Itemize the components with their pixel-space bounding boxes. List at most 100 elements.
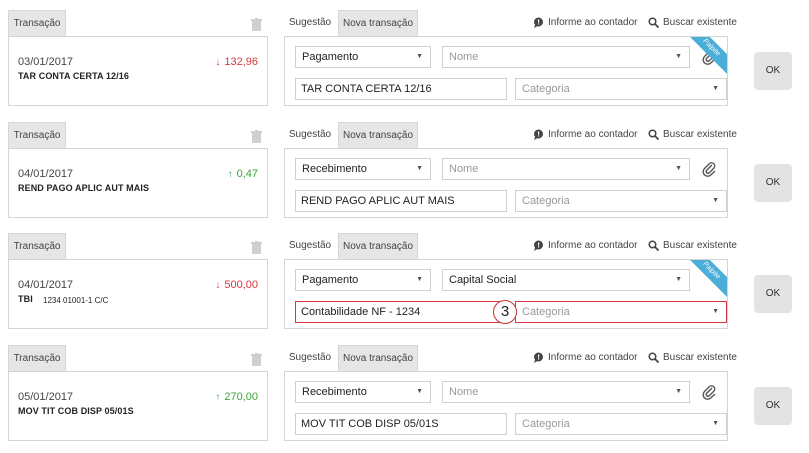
transaction-amount: ↑ 0,47: [228, 168, 258, 180]
name-select[interactable]: Nome ▼: [442, 46, 690, 68]
buscar-label: Buscar existente: [663, 129, 737, 140]
category-placeholder: Categoria: [522, 83, 570, 95]
buscar-existente-link[interactable]: Buscar existente: [648, 17, 737, 28]
palpite-ribbon: Palpite: [684, 260, 727, 298]
description-input[interactable]: MOV TIT COB DISP 05/01S: [295, 413, 507, 435]
buscar-existente-link[interactable]: Buscar existente: [648, 240, 737, 251]
type-select[interactable]: Recebimento ▼: [295, 381, 431, 403]
transaction-description: MOV TIT COB DISP 05/01S: [18, 406, 134, 416]
transaction-amount: ↓ 132,96: [215, 56, 258, 68]
caret-down-icon: ▼: [675, 388, 682, 395]
trash-icon[interactable]: [251, 241, 262, 254]
transaction-card: 04/01/2017 TBI 1234 01001-1 C/C ↓ 500,00: [8, 259, 268, 329]
buscar-existente-link[interactable]: Buscar existente: [648, 352, 737, 363]
trash-icon[interactable]: [251, 18, 262, 31]
ok-button[interactable]: OK: [754, 275, 792, 313]
ok-button[interactable]: OK: [754, 387, 792, 425]
search-icon: [648, 352, 659, 363]
chat-bubble-icon: [534, 129, 543, 140]
tab-sugestao[interactable]: Sugestão: [284, 10, 336, 36]
tab-nova-transacao[interactable]: Nova transação: [338, 233, 418, 259]
buscar-existente-link[interactable]: Buscar existente: [648, 129, 737, 140]
informe-label: Informe ao contador: [548, 352, 638, 363]
amount-value: 500,00: [224, 279, 258, 291]
transaction-date: 04/01/2017: [18, 168, 74, 180]
tab-nova-transacao[interactable]: Nova transação: [338, 345, 418, 371]
category-select[interactable]: Categoria ▼: [515, 301, 727, 323]
transaction-row: Transação 04/01/2017 TBI 1234 01001-1 C/…: [0, 223, 809, 333]
caret-down-icon: ▼: [416, 165, 423, 172]
informe-contador-link[interactable]: Informe ao contador: [533, 240, 638, 251]
buscar-label: Buscar existente: [663, 17, 737, 28]
chat-bubble-icon: [534, 17, 543, 28]
type-select-value: Pagamento: [302, 274, 359, 286]
type-select[interactable]: Recebimento ▼: [295, 158, 431, 180]
category-placeholder: Categoria: [522, 418, 570, 430]
ok-button[interactable]: OK: [754, 52, 792, 90]
transaction-card: 05/01/2017 MOV TIT COB DISP 05/01S ↑ 270,…: [8, 371, 268, 441]
paperclip-icon[interactable]: [702, 161, 716, 177]
type-select[interactable]: Pagamento ▼: [295, 269, 431, 291]
amount-value: 270,00: [224, 391, 258, 403]
informe-contador-link[interactable]: Informe ao contador: [533, 129, 638, 140]
description-input[interactable]: REND PAGO APLIC AUT MAIS: [295, 190, 507, 212]
new-transaction-form: Pagamento ▼ Nome ▼ TAR CONTA CERTA 12/16…: [284, 36, 728, 106]
transaction-extra: 1234 01001-1 C/C: [43, 296, 109, 305]
trash-icon[interactable]: [251, 130, 262, 143]
name-select-value: Nome: [449, 386, 479, 398]
category-select[interactable]: Categoria ▼: [515, 78, 727, 100]
name-select[interactable]: Nome ▼: [442, 381, 690, 403]
search-icon: [648, 17, 659, 28]
description-input[interactable]: Contabilidade NF - 1234: [295, 301, 507, 323]
caret-down-icon: ▼: [675, 276, 682, 283]
arrow-up-icon: ↑: [215, 392, 221, 403]
description-input[interactable]: TAR CONTA CERTA 12/16: [295, 78, 507, 100]
tab-transacao[interactable]: Transação: [8, 233, 66, 259]
new-transaction-form: Recebimento ▼ Nome ▼ MOV TIT COB DISP 05…: [284, 371, 728, 441]
tab-sugestao[interactable]: Sugestão: [284, 233, 336, 259]
amount-value: 132,96: [224, 56, 258, 68]
caret-down-icon: ▼: [712, 308, 719, 315]
tab-transacao[interactable]: Transação: [8, 345, 66, 371]
tab-transacao[interactable]: Transação: [8, 122, 66, 148]
name-select[interactable]: Capital Social ▼: [442, 269, 690, 291]
transaction-description: TBI: [18, 294, 33, 304]
tab-transacao[interactable]: Transação: [8, 10, 66, 36]
category-select[interactable]: Categoria ▼: [515, 190, 727, 212]
new-transaction-form: Recebimento ▼ Nome ▼ REND PAGO APLIC AUT…: [284, 148, 728, 218]
tab-sugestao[interactable]: Sugestão: [284, 345, 336, 371]
category-placeholder: Categoria: [522, 306, 570, 318]
caret-down-icon: ▼: [416, 53, 423, 60]
type-select-value: Recebimento: [302, 163, 367, 175]
transaction-amount: ↓ 500,00: [215, 279, 258, 291]
transaction-date: 03/01/2017: [18, 56, 74, 68]
step-marker: 3: [493, 300, 517, 324]
trash-icon[interactable]: [251, 353, 262, 366]
type-select-value: Pagamento: [302, 51, 359, 63]
search-icon: [648, 129, 659, 140]
caret-down-icon: ▼: [675, 165, 682, 172]
transaction-row: Transação 04/01/2017 REND PAGO APLIC AUT…: [0, 112, 809, 222]
type-select-value: Recebimento: [302, 386, 367, 398]
informe-label: Informe ao contador: [548, 240, 638, 251]
tab-sugestao[interactable]: Sugestão: [284, 122, 336, 148]
transaction-card: 03/01/2017 TAR CONTA CERTA 12/16 ↓ 132,96: [8, 36, 268, 106]
category-placeholder: Categoria: [522, 195, 570, 207]
tab-nova-transacao[interactable]: Nova transação: [338, 10, 418, 36]
category-select[interactable]: Categoria ▼: [515, 413, 727, 435]
informe-label: Informe ao contador: [548, 17, 638, 28]
caret-down-icon: ▼: [675, 53, 682, 60]
informe-contador-link[interactable]: Informe ao contador: [533, 352, 638, 363]
informe-contador-link[interactable]: Informe ao contador: [533, 17, 638, 28]
ok-button[interactable]: OK: [754, 164, 792, 202]
paperclip-icon[interactable]: [702, 384, 716, 400]
type-select[interactable]: Pagamento ▼: [295, 46, 431, 68]
name-select[interactable]: Nome ▼: [442, 158, 690, 180]
informe-label: Informe ao contador: [548, 129, 638, 140]
transaction-description: REND PAGO APLIC AUT MAIS: [18, 183, 150, 193]
chat-bubble-icon: [534, 352, 543, 363]
tab-nova-transacao[interactable]: Nova transação: [338, 122, 418, 148]
chat-bubble-icon: [534, 240, 543, 251]
name-select-value: Capital Social: [449, 274, 517, 286]
transaction-date: 04/01/2017: [18, 279, 74, 291]
